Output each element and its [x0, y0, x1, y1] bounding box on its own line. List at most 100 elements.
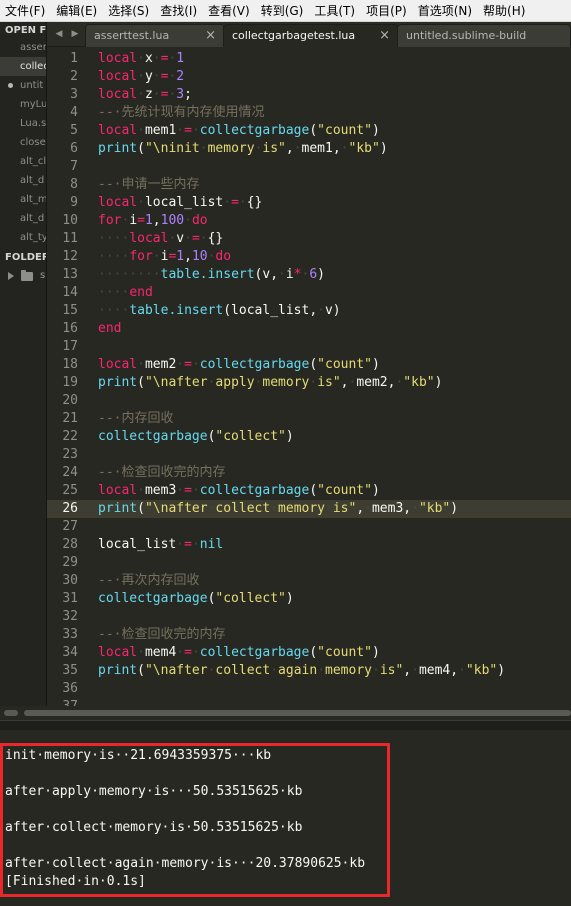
code-token: --·先统计现有内存使用情况 [98, 105, 265, 120]
open-file-item[interactable]: close [0, 133, 46, 152]
open-file-item[interactable]: asser [0, 38, 46, 57]
code-line[interactable]: 37 [47, 698, 571, 706]
open-file-label: collec [20, 61, 47, 72]
code-line[interactable]: 18 local·mem2·=·collectgarbage("count") [47, 356, 571, 374]
menu-item[interactable]: 工具(T) [309, 2, 361, 19]
panel-divider[interactable] [0, 720, 571, 730]
code-token: · [293, 141, 302, 156]
line-number: 37 [47, 698, 78, 706]
line-number: 19 [62, 375, 78, 390]
expand-triangle-icon[interactable] [8, 272, 14, 280]
code-line[interactable]: 1 local·x·=·1 [47, 50, 571, 68]
horizontal-scrollbar[interactable] [0, 706, 571, 720]
line-number: 22 [62, 429, 78, 444]
menu-item[interactable]: 首选项(N) [413, 2, 478, 19]
open-file-item[interactable]: alt_m [0, 190, 46, 209]
tab-asserttest[interactable]: asserttest.lua × [85, 24, 225, 47]
code-line[interactable]: 15 ····table.insert(local_list,·v) [47, 302, 571, 320]
code-text: local·mem1·=·collectgarbage("count") [98, 122, 380, 140]
code-text: ····end [98, 284, 153, 302]
code-text: local·z·=·3; [98, 86, 192, 104]
code-line[interactable]: 23 [47, 446, 571, 464]
code-line[interactable]: 11 ····local·v·=·{} [47, 230, 571, 248]
code-line[interactable]: 31 collectgarbage("collect") [47, 590, 571, 608]
close-icon[interactable]: × [205, 25, 216, 47]
code-token: ) [434, 375, 443, 390]
code-line[interactable]: 30 --·再次内存回收 [47, 572, 571, 590]
code-token: memory [278, 501, 326, 516]
code-token: table.insert [160, 267, 255, 282]
open-file-item[interactable]: myLu [0, 95, 46, 114]
open-file-item[interactable]: alt_d [0, 171, 46, 190]
open-file-item[interactable]: alt_d [0, 209, 46, 228]
menu-item[interactable]: 帮助(H) [478, 2, 531, 19]
code-token: local [98, 645, 138, 660]
code-token: for [129, 249, 153, 264]
code-line[interactable]: 2 local·y·=·2 [47, 68, 571, 86]
tab-scroll-left-icon[interactable]: ◀ [53, 28, 65, 40]
code-token: mem4, [418, 663, 459, 678]
code-line[interactable]: 4 --·先统计现有内存使用情况 [47, 104, 571, 122]
close-icon[interactable]: × [379, 25, 390, 47]
code-line[interactable]: 36 [47, 680, 571, 698]
code-line[interactable]: 19 print("\nafter·apply·memory·is",·mem2,… [47, 374, 571, 392]
open-file-label: alt_ty [20, 232, 47, 243]
code-line[interactable]: 29 [47, 554, 571, 572]
menu-item[interactable]: 编辑(E) [51, 2, 103, 19]
code-line[interactable]: 9 local·local_list·=·{} [47, 194, 571, 212]
code-line[interactable]: 24 --·检查回收完的内存 [47, 464, 571, 482]
code-line[interactable]: 14 ····end [47, 284, 571, 302]
open-file-item[interactable]: alt_cl [0, 152, 46, 171]
code-token: end [98, 321, 122, 336]
code-line[interactable]: 28 local_list·=·nil [47, 536, 571, 554]
open-file-item[interactable]: collec [0, 57, 47, 76]
scrollbar-left-thumb[interactable] [4, 710, 18, 716]
menu-item[interactable]: 查找(I) [155, 2, 203, 19]
menu-item[interactable]: 文件(F) [0, 2, 51, 19]
code-line[interactable]: 3 local·z·=·3; [47, 86, 571, 104]
code-token: i [285, 267, 294, 282]
open-file-item[interactable]: alt_ty [0, 228, 47, 247]
tab-collectgarbagetest[interactable]: collectgarbagetest.lua × [223, 24, 399, 47]
code-line[interactable]: 6 print("\ninit·memory·is",·mem1,·"kb") [47, 140, 571, 158]
code-token: local [98, 483, 138, 498]
code-line[interactable]: 7 [47, 158, 571, 176]
code-line[interactable]: 20 [47, 392, 571, 410]
code-line[interactable]: 34 local·mem4·=·collectgarbage("count") [47, 644, 571, 662]
code-line[interactable]: 16 end [47, 320, 571, 338]
tab-untitled-sublime-build[interactable]: untitled.sublime-build [397, 24, 571, 47]
code-line[interactable]: 25 local·mem3·=·collectgarbage("count") [47, 482, 571, 500]
code-token: · [223, 195, 232, 210]
open-file-item[interactable]: untit [0, 76, 46, 95]
code-line[interactable]: 8 --·申请一些内存 [47, 176, 571, 194]
open-file-item[interactable]: Lua.s [0, 114, 46, 133]
code-token: · [191, 123, 200, 138]
code-line[interactable]: 10 for·i=1,100·do [47, 212, 571, 230]
tab-scroll-right-icon[interactable]: ▶ [69, 28, 81, 40]
code-line[interactable]: 13 ········table.insert(v,·i*·6) [47, 266, 571, 284]
code-line[interactable]: 35 print("\nafter·collect·again·memory·is… [47, 662, 571, 680]
menu-item[interactable]: 转到(G) [256, 2, 310, 19]
code-line[interactable]: 32 [47, 608, 571, 626]
code-line[interactable]: 12 ····for·i=1,10·do [47, 248, 571, 266]
code-token: · [238, 195, 247, 210]
sidebar-folder[interactable]: s [0, 268, 46, 286]
scrollbar-thumb[interactable] [24, 710, 571, 716]
code-line[interactable]: 5 local·mem1·=·collectgarbage("count") [47, 122, 571, 140]
line-number: 27 [62, 519, 78, 534]
code-line[interactable]: 33 --·检查回收完的内存 [47, 626, 571, 644]
code-token: collectgarbage [199, 123, 310, 138]
code-line[interactable]: 27 [47, 518, 571, 536]
code-line[interactable]: 22 collectgarbage("collect") [47, 428, 571, 446]
code-editor[interactable]: 1 local·x·=·1 2 local·y·=·2 3 local·z·=·3; 4 --… [47, 47, 571, 706]
code-token: , [340, 375, 349, 390]
menu-item[interactable]: 查看(V) [203, 2, 256, 19]
code-token: · [411, 663, 419, 678]
code-line[interactable]: 21 --·内存回收 [47, 410, 571, 428]
code-line[interactable]: 17 [47, 338, 571, 356]
code-line[interactable]: 26 print("\nafter·collect·memory·is",·mem… [47, 500, 571, 518]
code-token: for [98, 213, 122, 228]
code-token: "kb" [403, 375, 435, 390]
menu-item[interactable]: 选择(S) [103, 2, 155, 19]
menu-item[interactable]: 项目(P) [361, 2, 413, 19]
